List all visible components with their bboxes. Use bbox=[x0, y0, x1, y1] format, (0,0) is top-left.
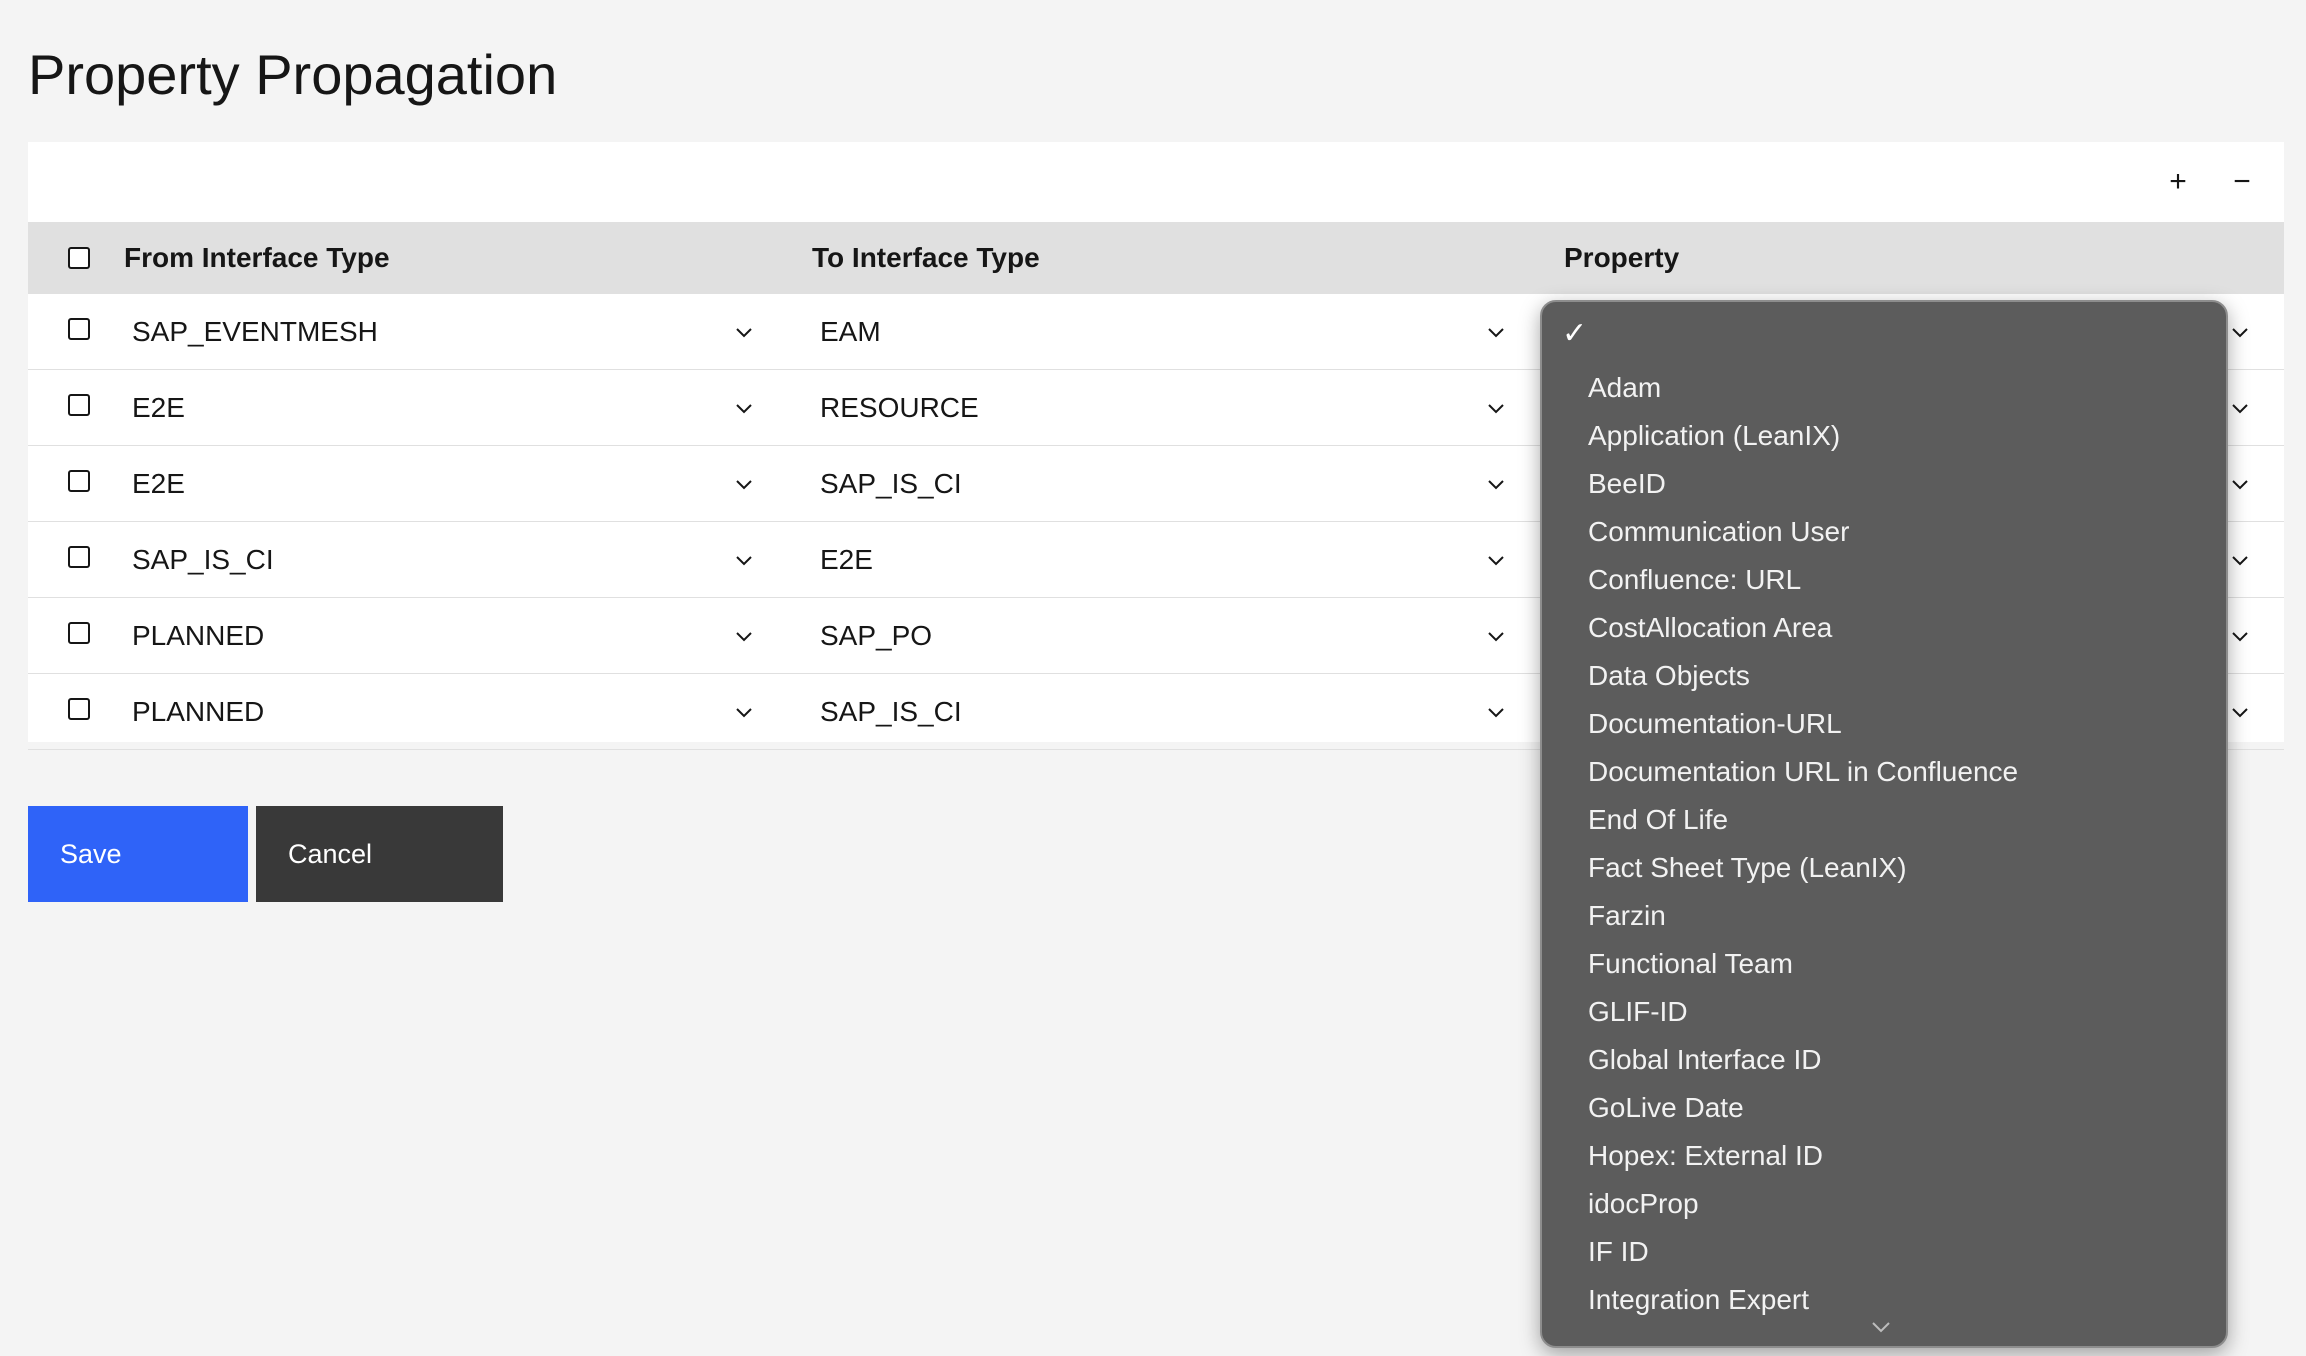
chevron-down-icon[interactable] bbox=[2228, 472, 2252, 496]
row-checkbox[interactable] bbox=[68, 698, 90, 720]
add-row-button[interactable]: + bbox=[2154, 158, 2202, 206]
cancel-button[interactable]: Cancel bbox=[256, 806, 503, 902]
chevron-down-icon[interactable] bbox=[732, 396, 756, 420]
property-option[interactable]: Application (LeanIX) bbox=[1542, 412, 2226, 460]
table-header: From Interface Type To Interface Type Pr… bbox=[28, 222, 2284, 294]
to-interface-type-select[interactable]: RESOURCE bbox=[820, 370, 979, 445]
remove-row-button[interactable]: − bbox=[2218, 158, 2266, 206]
property-option[interactable]: CostAllocation Area bbox=[1542, 604, 2226, 652]
property-option[interactable]: Hopex: External ID bbox=[1542, 1132, 2226, 1180]
chevron-down-icon[interactable] bbox=[1484, 548, 1508, 572]
property-option[interactable]: Adam bbox=[1542, 364, 2226, 412]
row-checkbox[interactable] bbox=[68, 546, 90, 568]
from-interface-type-select[interactable]: PLANNED bbox=[132, 598, 264, 673]
chevron-down-icon[interactable] bbox=[1484, 624, 1508, 648]
property-dropdown-menu[interactable]: ✓ Adam Application (LeanIX) BeeID Communica… bbox=[1540, 300, 2228, 1348]
property-option[interactable]: End Of Life bbox=[1542, 796, 2226, 844]
property-option[interactable]: GoLive Date bbox=[1542, 1084, 2226, 1132]
row-checkbox[interactable] bbox=[68, 394, 90, 416]
scroll-down-icon[interactable] bbox=[1870, 1320, 1892, 1334]
to-interface-type-select[interactable]: EAM bbox=[820, 294, 881, 369]
chevron-down-icon[interactable] bbox=[2228, 396, 2252, 420]
to-interface-type-select[interactable]: E2E bbox=[820, 522, 873, 597]
select-all-checkbox[interactable] bbox=[68, 247, 90, 269]
chevron-down-icon[interactable] bbox=[732, 548, 756, 572]
page-title: Property Propagation bbox=[28, 43, 558, 106]
property-option[interactable]: IF ID bbox=[1542, 1228, 2226, 1276]
chevron-down-icon[interactable] bbox=[2228, 548, 2252, 572]
property-option[interactable]: Integration Expert bbox=[1542, 1276, 2226, 1324]
header-property: Property bbox=[1564, 242, 1680, 273]
chevron-down-icon[interactable] bbox=[2228, 320, 2252, 344]
property-option[interactable]: Communication User bbox=[1542, 508, 2226, 556]
property-option[interactable]: Documentation URL in Confluence bbox=[1542, 748, 2226, 796]
from-interface-type-select[interactable]: E2E bbox=[132, 370, 185, 445]
property-option[interactable]: Farzin bbox=[1542, 892, 2226, 940]
from-interface-type-select[interactable]: SAP_EVENTMESH bbox=[132, 294, 378, 369]
to-interface-type-select[interactable]: SAP_PO bbox=[820, 598, 932, 673]
property-option[interactable]: Functional Team bbox=[1542, 940, 2226, 988]
to-interface-type-select[interactable]: SAP_IS_CI bbox=[820, 674, 962, 749]
row-checkbox[interactable] bbox=[68, 318, 90, 340]
check-icon: ✓ bbox=[1562, 317, 1588, 350]
property-option[interactable]: Documentation-URL bbox=[1542, 700, 2226, 748]
from-interface-type-select[interactable]: PLANNED bbox=[132, 674, 264, 749]
chevron-down-icon[interactable] bbox=[732, 472, 756, 496]
chevron-down-icon[interactable] bbox=[1484, 700, 1508, 724]
save-button[interactable]: Save bbox=[28, 806, 248, 902]
property-option[interactable]: Fact Sheet Type (LeanIX) bbox=[1542, 844, 2226, 892]
property-option[interactable]: BeeID bbox=[1542, 460, 2226, 508]
chevron-down-icon[interactable] bbox=[732, 700, 756, 724]
from-interface-type-select[interactable]: SAP_IS_CI bbox=[132, 522, 274, 597]
property-option[interactable]: Global Interface ID bbox=[1542, 1036, 2226, 1084]
chevron-down-icon[interactable] bbox=[732, 320, 756, 344]
from-interface-type-select[interactable]: E2E bbox=[132, 446, 185, 521]
chevron-down-icon[interactable] bbox=[2228, 700, 2252, 724]
property-option[interactable]: idocProp bbox=[1542, 1180, 2226, 1228]
chevron-down-icon[interactable] bbox=[1484, 396, 1508, 420]
chevron-down-icon[interactable] bbox=[1484, 472, 1508, 496]
row-checkbox[interactable] bbox=[68, 622, 90, 644]
property-option[interactable]: Data Objects bbox=[1542, 652, 2226, 700]
header-from-interface-type: From Interface Type bbox=[124, 242, 390, 273]
property-option-list: Adam Application (LeanIX) BeeID Communicati… bbox=[1542, 364, 2226, 1324]
to-interface-type-select[interactable]: SAP_IS_CI bbox=[820, 446, 962, 521]
property-option[interactable]: Confluence: URL bbox=[1542, 556, 2226, 604]
table-toolbar: + − bbox=[28, 142, 2284, 222]
chevron-down-icon[interactable] bbox=[2228, 624, 2252, 648]
property-option[interactable]: GLIF-ID bbox=[1542, 988, 2226, 1036]
header-to-interface-type: To Interface Type bbox=[812, 242, 1040, 273]
chevron-down-icon[interactable] bbox=[1484, 320, 1508, 344]
chevron-down-icon[interactable] bbox=[732, 624, 756, 648]
row-checkbox[interactable] bbox=[68, 470, 90, 492]
